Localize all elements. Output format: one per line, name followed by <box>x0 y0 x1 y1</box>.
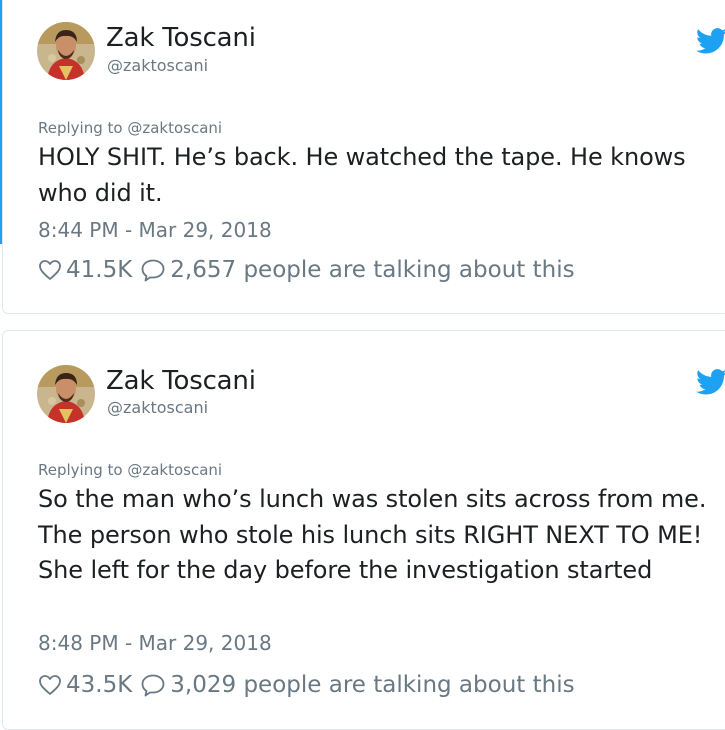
talking-count[interactable]: 3,029 people are talking about this <box>170 672 574 698</box>
tweet-card[interactable]: Zak Toscani @zaktoscani Replying to @zak… <box>2 330 725 730</box>
timestamp[interactable]: 8:48 PM - Mar 29, 2018 <box>38 631 272 655</box>
like-count[interactable]: 43.5K <box>66 672 132 698</box>
replying-to[interactable]: Replying to @zaktoscani <box>38 119 222 137</box>
author-name[interactable]: Zak Toscani <box>106 366 256 396</box>
timestamp[interactable]: 8:44 PM - Mar 29, 2018 <box>38 218 272 242</box>
author-name[interactable]: Zak Toscani <box>106 23 256 53</box>
tweet-actions: 43.5K 3,029 people are talking about thi… <box>38 670 575 700</box>
twitter-bird-icon[interactable] <box>696 369 725 395</box>
author-handle[interactable]: @zaktoscani <box>107 56 208 75</box>
tweet-card[interactable]: Zak Toscani @zaktoscani Replying to @zak… <box>2 0 725 314</box>
tweet-actions: 41.5K 2,657 people are talking about thi… <box>38 255 575 285</box>
author-handle[interactable]: @zaktoscani <box>107 398 208 417</box>
talking-count[interactable]: 2,657 people are talking about this <box>170 257 574 283</box>
speech-bubble-icon[interactable] <box>140 673 166 697</box>
tweet-text: HOLY SHIT. He’s back. He watched the tap… <box>38 143 686 207</box>
heart-icon[interactable] <box>38 673 62 697</box>
twitter-bird-icon[interactable] <box>696 28 725 54</box>
heart-icon[interactable] <box>38 258 62 282</box>
avatar[interactable] <box>37 365 95 423</box>
avatar[interactable] <box>37 22 95 80</box>
like-count[interactable]: 41.5K <box>66 257 132 283</box>
tweet-text: So the man who’s lunch was stolen sits a… <box>38 485 707 584</box>
speech-bubble-icon[interactable] <box>140 258 166 282</box>
replying-to[interactable]: Replying to @zaktoscani <box>38 461 222 479</box>
